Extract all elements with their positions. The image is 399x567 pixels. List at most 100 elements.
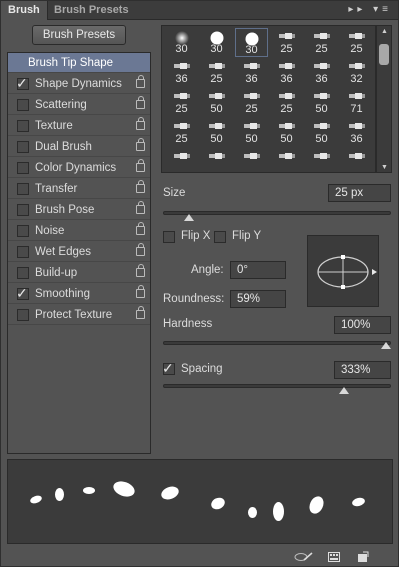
brush-preset[interactable]: 36: [340, 118, 373, 147]
lock-icon[interactable]: [136, 222, 145, 235]
scroll-up-icon[interactable]: ▲: [381, 28, 388, 35]
option-checkbox[interactable]: [17, 246, 29, 258]
preset-scrollbar[interactable]: ▲ ▼: [376, 25, 392, 173]
brush-preset[interactable]: 30: [235, 28, 268, 57]
lock-icon[interactable]: [136, 306, 145, 319]
brush-preset[interactable]: 50: [235, 118, 268, 147]
panel-menu-icon[interactable]: ▾≡: [373, 4, 392, 15]
brush-preset[interactable]: 36: [235, 58, 268, 87]
option-build-up[interactable]: Build-up: [8, 263, 150, 283]
brush-tip-icon: [348, 121, 365, 133]
tab-brush[interactable]: Brush: [1, 1, 48, 20]
collapse-icon[interactable]: ▸▸: [348, 4, 366, 15]
option-checkbox[interactable]: [17, 141, 29, 153]
brush-preset[interactable]: [305, 148, 338, 172]
option-label: Brush Tip Shape: [28, 57, 114, 69]
brush-preset[interactable]: 25: [165, 118, 198, 147]
option-label: Texture: [35, 120, 73, 132]
option-brush-tip-shape[interactable]: Brush Tip Shape: [8, 53, 150, 73]
hardness-field[interactable]: 100%: [334, 316, 391, 334]
spacing-field[interactable]: 333%: [334, 361, 391, 379]
brush-preset[interactable]: 50: [305, 88, 338, 117]
option-shape-dynamics[interactable]: ✓ Shape Dynamics: [8, 74, 150, 94]
brush-preset[interactable]: 25: [270, 28, 303, 57]
option-dual-brush[interactable]: Dual Brush: [8, 137, 150, 157]
option-checkbox[interactable]: [17, 309, 29, 321]
brush-preset[interactable]: [340, 148, 373, 172]
lock-icon[interactable]: [136, 138, 145, 151]
brush-preset[interactable]: [200, 148, 233, 172]
brush-preset[interactable]: 50: [270, 118, 303, 147]
option-brush-pose[interactable]: Brush Pose: [8, 200, 150, 220]
option-wet-edges[interactable]: Wet Edges: [8, 242, 150, 262]
angle-field[interactable]: 0°: [230, 261, 286, 279]
brush-preset[interactable]: 50: [200, 118, 233, 147]
option-transfer[interactable]: Transfer: [8, 179, 150, 199]
lock-icon[interactable]: [136, 201, 145, 214]
option-checkbox[interactable]: [17, 183, 29, 195]
brush-tip-icon: [173, 121, 190, 133]
lock-icon[interactable]: [136, 243, 145, 256]
hardness-slider[interactable]: [163, 341, 391, 345]
option-checkbox[interactable]: [17, 225, 29, 237]
roundness-field[interactable]: 59%: [230, 290, 286, 308]
lock-icon[interactable]: [136, 75, 145, 88]
brush-preset[interactable]: [235, 148, 268, 172]
brush-preset[interactable]: 25: [270, 88, 303, 117]
brush-preset[interactable]: 25: [235, 88, 268, 117]
brush-preset[interactable]: [165, 148, 198, 172]
brush-preset[interactable]: 36: [165, 58, 198, 87]
brush-preset[interactable]: [270, 148, 303, 172]
brush-preset[interactable]: 50: [305, 118, 338, 147]
option-checkbox[interactable]: [17, 99, 29, 111]
brush-preset[interactable]: 71: [340, 88, 373, 117]
angle-roundness-widget[interactable]: [307, 235, 379, 307]
option-texture[interactable]: Texture: [8, 116, 150, 136]
brush-preset[interactable]: 25: [200, 58, 233, 87]
lock-icon[interactable]: [136, 264, 145, 277]
brush-preset-size: 50: [210, 103, 223, 115]
brush-panel: Brush Brush Presets ▸▸ ▾≡ Brush Presets …: [0, 0, 399, 567]
option-scattering[interactable]: Scattering: [8, 95, 150, 115]
tab-brush-presets[interactable]: Brush Presets: [47, 1, 136, 20]
scroll-thumb[interactable]: [379, 44, 389, 65]
size-field[interactable]: 25 px: [328, 184, 391, 202]
grid-view-icon[interactable]: [328, 552, 340, 562]
lock-icon[interactable]: [136, 159, 145, 172]
new-preset-icon[interactable]: [357, 551, 369, 563]
size-slider[interactable]: [163, 211, 391, 215]
brush-preset[interactable]: 25: [165, 88, 198, 117]
spacing-slider[interactable]: [163, 384, 391, 388]
option-checkbox[interactable]: [17, 204, 29, 216]
brush-tip-icon: [173, 151, 190, 163]
scroll-down-icon[interactable]: ▼: [381, 164, 388, 171]
flip-y-checkbox[interactable]: [214, 231, 226, 243]
brush-preset[interactable]: 50: [200, 88, 233, 117]
brush-preset[interactable]: 36: [305, 58, 338, 87]
lock-icon[interactable]: [136, 180, 145, 193]
option-smoothing[interactable]: ✓ Smoothing: [8, 284, 150, 304]
lock-icon[interactable]: [136, 285, 145, 298]
option-checkbox[interactable]: [17, 120, 29, 132]
brush-preset[interactable]: 32: [340, 58, 373, 87]
brush-preset[interactable]: 36: [270, 58, 303, 87]
preview-dab: [273, 502, 284, 521]
option-noise[interactable]: Noise: [8, 221, 150, 241]
lock-icon[interactable]: [136, 117, 145, 130]
option-checkbox[interactable]: [17, 267, 29, 279]
toggle-live-tip-icon[interactable]: [294, 552, 314, 562]
option-color-dynamics[interactable]: Color Dynamics: [8, 158, 150, 178]
size-slider-thumb[interactable]: [184, 214, 194, 221]
brush-preset[interactable]: 30: [200, 28, 233, 57]
hardness-label: Hardness: [163, 318, 213, 330]
brush-preset[interactable]: 25: [340, 28, 373, 57]
option-protect-texture[interactable]: Protect Texture: [8, 305, 150, 325]
brush-presets-button[interactable]: Brush Presets: [32, 25, 126, 45]
option-checkbox[interactable]: [17, 162, 29, 174]
brush-preset[interactable]: 30: [165, 28, 198, 57]
hardness-slider-thumb[interactable]: [381, 342, 391, 349]
spacing-slider-thumb[interactable]: [338, 387, 349, 394]
flip-x-checkbox[interactable]: [163, 231, 175, 243]
brush-preset[interactable]: 25: [305, 28, 338, 57]
lock-icon[interactable]: [136, 96, 145, 109]
